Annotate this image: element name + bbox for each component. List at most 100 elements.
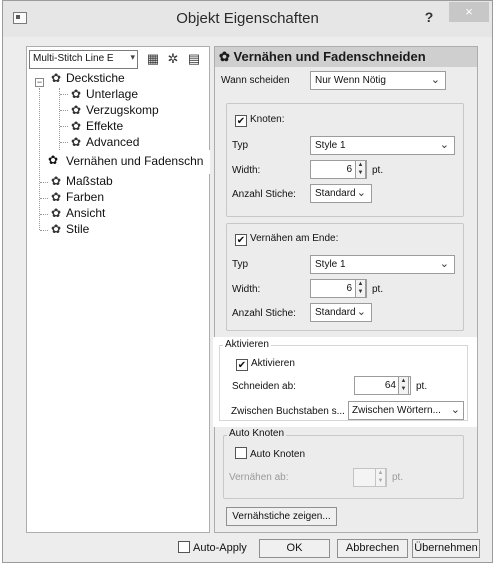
spinner-arrows-icon[interactable]: ▲ ▼: [355, 160, 366, 179]
gear-icon: ✿: [50, 190, 62, 204]
auto-apply-label: Auto-Apply: [193, 542, 247, 554]
knoten-anzahl-value: Standard: [315, 188, 356, 199]
ende-anzahl-select[interactable]: Standard ⌄: [310, 303, 372, 322]
gears-icon[interactable]: ✲: [165, 51, 181, 67]
close-button[interactable]: ×: [449, 2, 489, 22]
ende-checkbox-label: Vernähen am Ende:: [250, 233, 339, 244]
chevron-down-icon: ⌄: [430, 74, 440, 86]
checkbox-unchecked-icon: [178, 541, 190, 553]
spinner-arrows-icon[interactable]: ▲ ▼: [375, 468, 386, 487]
ende-width-label: Width:: [232, 284, 261, 295]
tree-item-label: Effekte: [86, 119, 124, 133]
title-bar: Objekt Eigenschaften ? ×: [3, 1, 492, 37]
tree-item-label: Farben: [66, 190, 105, 204]
spinner-arrows-icon[interactable]: ▲ ▼: [398, 376, 409, 395]
tree-item-vernaehen[interactable]: ✿ Vernähen und Fadenschn: [40, 150, 210, 174]
panel-header: ✿ Vernähen und Fadenschneiden: [215, 47, 477, 67]
tree-item-advanced[interactable]: ✿ Advanced: [69, 135, 139, 151]
knoten-typ-select[interactable]: Style 1 ⌄: [310, 136, 455, 155]
ok-button[interactable]: OK: [259, 539, 330, 558]
properties-panel: ✿ Vernähen und Fadenschneiden Wann schei…: [214, 46, 478, 533]
tree-item-label: Maßstab: [66, 174, 113, 188]
gear-icon: ✿: [70, 135, 82, 149]
tree-item-label: Verzugskomp: [86, 103, 159, 117]
wann-select-value: Nur Wenn Nötig: [315, 75, 386, 86]
tree-item-verzugskomp[interactable]: ✿ Verzugskomp: [69, 103, 159, 119]
property-tree-panel: Multi-Stitch Line E ▾ ▦ ✲ ▤ − ✿ Deckstich…: [26, 46, 210, 533]
checkbox-checked-icon: ✔: [235, 115, 247, 127]
auto-apply-checkbox[interactable]: Auto-Apply: [178, 541, 247, 554]
spinner-arrows-icon[interactable]: ▲ ▼: [355, 279, 366, 298]
checkbox-checked-icon: ✔: [236, 359, 248, 371]
knoten-checkbox[interactable]: ✔ Knoten:: [233, 114, 287, 127]
ende-width-unit: pt.: [372, 284, 384, 295]
object-type-combo[interactable]: Multi-Stitch Line E ▾: [29, 50, 138, 69]
auto-vern-unit: pt.: [392, 472, 404, 483]
gear-icon: ✿: [50, 222, 62, 236]
schneiden-unit: pt.: [416, 381, 428, 392]
auto-vern-label: Vernähen ab:: [229, 472, 289, 483]
knoten-width-unit: pt.: [372, 165, 384, 176]
tree-item-stile[interactable]: ✿ Stile: [49, 222, 89, 238]
gear-icon: ✿: [48, 153, 59, 167]
auto-knoten-checkbox-label: Auto Knoten: [250, 449, 306, 460]
aktivieren-group: Aktivieren ✔ Aktivieren Schneiden ab: 64 …: [213, 337, 477, 427]
tree-item-ansicht[interactable]: ✿ Ansicht: [49, 206, 105, 222]
gear-icon: ✿: [50, 206, 62, 220]
tree-item-unterlage[interactable]: ✿ Unterlage: [69, 87, 138, 103]
gear-icon: ✿: [50, 174, 62, 188]
tree-item-label: Unterlage: [86, 87, 139, 101]
show-stitches-button[interactable]: Vernähstiche zeigen...: [226, 507, 337, 526]
chevron-down-icon: ⌄: [439, 139, 449, 151]
zwischen-select[interactable]: Zwischen Wörtern... ⌄: [348, 401, 464, 420]
gear-icon: ✿: [50, 71, 62, 85]
tree-item-label: Advanced: [86, 135, 140, 149]
tree-item-effekte[interactable]: ✿ Effekte: [69, 119, 123, 135]
zwischen-label: Zwischen Buchstaben s...: [231, 406, 345, 417]
schneiden-label: Schneiden ab:: [232, 381, 296, 392]
gear-icon: ✿: [70, 103, 82, 117]
collapse-icon[interactable]: −: [35, 78, 44, 87]
tree-item-label: Vernähen und Fadenschn: [66, 154, 204, 168]
panel-header-title: Vernähen und Fadenschneiden: [233, 49, 426, 64]
gear-icon: ✿: [219, 49, 234, 64]
ende-typ-label: Typ: [232, 259, 249, 270]
save-icon[interactable]: ▦: [145, 51, 161, 67]
gear-icon: ✿: [70, 87, 82, 101]
tree-item-label: Deckstiche: [66, 71, 125, 85]
knoten-anzahl-label: Anzahl Stiche:: [232, 189, 296, 200]
wann-select[interactable]: Nur Wenn Nötig ⌄: [310, 71, 446, 90]
knoten-width-label: Width:: [232, 165, 261, 176]
chevron-down-icon: ⌄: [356, 306, 366, 318]
ende-anzahl-value: Standard: [315, 307, 356, 318]
window-title: Objekt Eigenschaften: [176, 10, 319, 27]
aktivieren-group-title: Aktivieren: [223, 339, 271, 350]
settings-library-icon[interactable]: ▤: [186, 51, 202, 67]
auto-knoten-group: [223, 435, 464, 499]
tree-item-massstab[interactable]: ✿ Maßstab: [49, 174, 113, 190]
tree-item-farben[interactable]: ✿ Farben: [49, 190, 104, 206]
tree-item-deckstiche[interactable]: ✿ Deckstiche: [49, 71, 125, 87]
chevron-down-icon: ▾: [130, 52, 135, 62]
aktivieren-checkbox[interactable]: ✔ Aktivieren: [236, 358, 295, 371]
checkbox-unchecked-icon: [235, 447, 247, 459]
help-button[interactable]: ?: [422, 7, 436, 27]
left-toolbar: Multi-Stitch Line E ▾ ▦ ✲ ▤: [29, 49, 209, 71]
knoten-typ-label: Typ: [232, 140, 249, 151]
checkbox-checked-icon: ✔: [235, 234, 247, 246]
zwischen-select-value: Zwischen Wörtern...: [352, 405, 441, 416]
ende-anzahl-label: Anzahl Stiche:: [232, 308, 296, 319]
apply-button[interactable]: Übernehmen: [412, 539, 480, 558]
tree-item-label: Stile: [66, 222, 90, 236]
chevron-down-icon: ⌄: [439, 258, 449, 270]
knoten-typ-value: Style 1: [315, 140, 346, 151]
knoten-anzahl-select[interactable]: Standard ⌄: [310, 184, 372, 203]
chevron-down-icon: ⌄: [356, 187, 366, 199]
aktivieren-checkbox-label: Aktivieren: [251, 358, 295, 369]
object-type-value: Multi-Stitch Line E: [33, 53, 114, 64]
ende-typ-select[interactable]: Style 1 ⌄: [310, 255, 455, 274]
cancel-button[interactable]: Abbrechen: [337, 539, 408, 558]
gear-icon: ✿: [70, 119, 82, 133]
auto-knoten-checkbox[interactable]: Auto Knoten: [235, 447, 305, 460]
ende-checkbox[interactable]: ✔ Vernähen am Ende:: [233, 233, 341, 246]
